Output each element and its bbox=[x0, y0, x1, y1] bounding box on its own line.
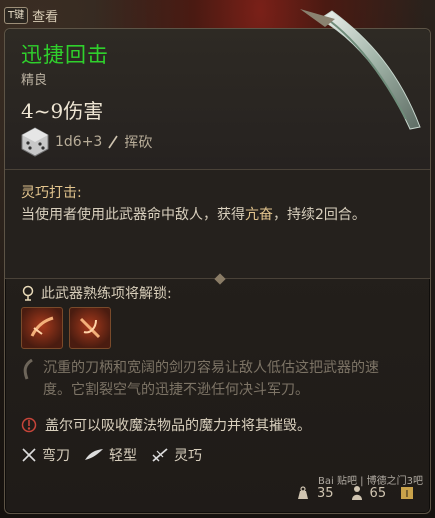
ability-title: 灵巧打击: bbox=[21, 185, 82, 201]
key-cap: T键 bbox=[4, 6, 29, 24]
property-finesse[interactable]: 灵巧 bbox=[151, 445, 202, 465]
watermark: Bai 贴吧 | 博德之门3吧 bbox=[318, 476, 424, 487]
mastery-header: 此武器熟练项将解锁: bbox=[21, 283, 172, 303]
damage-type: 挥砍 bbox=[124, 135, 153, 151]
ability-keyword[interactable]: 亢奋 bbox=[245, 207, 273, 223]
mastery-label: 此武器熟练项将解锁: bbox=[41, 286, 172, 302]
property-label: 灵巧 bbox=[174, 448, 202, 464]
mastery-slots bbox=[21, 307, 111, 349]
mastery-skill-1-icon[interactable] bbox=[21, 307, 63, 349]
property-label: 弯刀 bbox=[42, 448, 70, 464]
special-text: 盖尔可以吸收魔法物品的魔力并将其摧毁。 bbox=[45, 418, 311, 434]
magic-absorb-icon bbox=[21, 417, 37, 433]
inspect-hint[interactable]: T键 查看 bbox=[4, 4, 58, 26]
gold-icon bbox=[351, 486, 362, 500]
item-damage: 4~9伤害 bbox=[21, 99, 104, 123]
item-header: 迅捷回击 精良 4~9伤害 1d6+3 挥砍 bbox=[5, 9, 430, 169]
item-footer: 35 65 I bbox=[295, 485, 414, 501]
property-label: 轻型 bbox=[109, 448, 137, 464]
item-weight: 35 bbox=[317, 485, 334, 501]
mastery-skill-2-icon[interactable] bbox=[69, 307, 111, 349]
crossed-swords-icon bbox=[22, 448, 36, 462]
property-light[interactable]: 轻型 bbox=[84, 445, 137, 465]
special-note: 盖尔可以吸收魔法物品的魔力并将其摧毁。 bbox=[21, 415, 311, 435]
item-tooltip: 迅捷回击 精良 4~9伤害 1d6+3 挥砍 灵巧打击: 当使用者使用此武器命中… bbox=[4, 9, 431, 514]
slash-icon bbox=[108, 135, 119, 149]
scimitar-art bbox=[300, 9, 421, 130]
item-value: 65 bbox=[369, 485, 387, 501]
lore-section: 沉重的刀柄和宽阔的剑刃容易让敌人低估这把武器的速度。它割裂空气的迅捷不逊任何决斗… bbox=[21, 357, 403, 401]
weight-icon bbox=[298, 486, 308, 499]
inspect-label: 查看 bbox=[32, 9, 59, 25]
ability-desc-text: 当使用者使用此武器命中敌人，获得 bbox=[21, 207, 245, 223]
ability-desc-text-2: ，持续2回合。 bbox=[273, 207, 366, 223]
feather-icon bbox=[85, 449, 103, 460]
mastery-icon bbox=[22, 285, 34, 301]
svg-text:I: I bbox=[406, 489, 409, 500]
item-name: 迅捷回击 bbox=[21, 43, 109, 67]
item-rarity: 精良 bbox=[21, 73, 48, 88]
ability-description: 当使用者使用此武器命中敌人，获得亢奋，持续2回合。 bbox=[21, 204, 401, 226]
slash-skill-icon bbox=[30, 316, 54, 337]
weapon-properties: 弯刀 轻型 灵巧 bbox=[21, 445, 202, 465]
finesse-icon bbox=[152, 448, 168, 462]
ability-section: 灵巧打击: 当使用者使用此武器命中敌人，获得亢奋，持续2回合。 bbox=[5, 170, 430, 278]
dice-icon bbox=[21, 127, 49, 157]
damage-dice-row: 1d6+3 挥砍 bbox=[21, 127, 152, 157]
damage-dice: 1d6+3 bbox=[55, 134, 103, 150]
lore-text: 沉重的刀柄和宽阔的剑刃容易让敌人低估这把武器的速度。它割裂空气的迅捷不逊任何决斗… bbox=[43, 360, 379, 398]
property-scimitar[interactable]: 弯刀 bbox=[21, 445, 70, 465]
info-icon[interactable]: I bbox=[400, 486, 414, 500]
blade-skill-icon bbox=[79, 317, 101, 339]
quill-icon bbox=[23, 359, 33, 380]
